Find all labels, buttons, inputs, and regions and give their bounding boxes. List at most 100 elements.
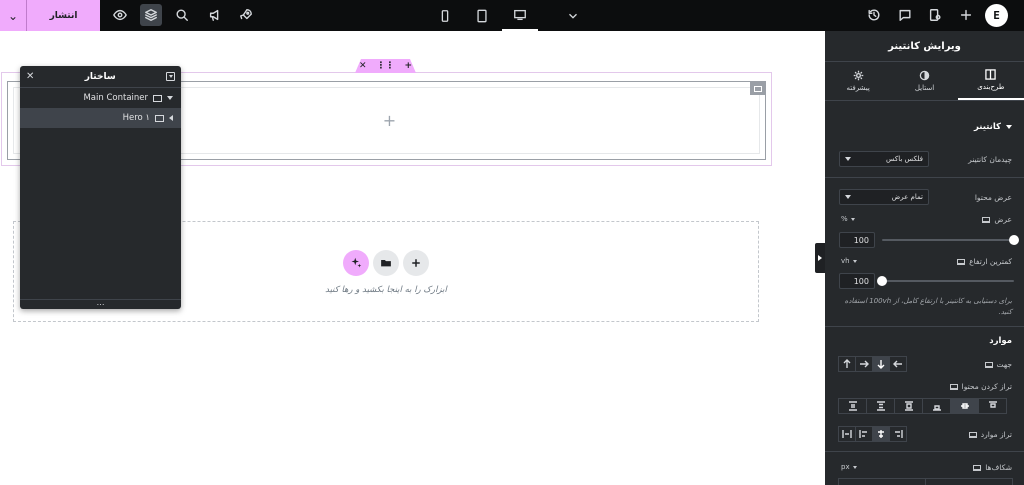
container-icon xyxy=(153,94,162,102)
elementor-logo[interactable]: E xyxy=(985,4,1008,27)
tab-label: استایل xyxy=(914,84,935,92)
label-text: تراز کردن محتوا xyxy=(961,382,1012,391)
min-height-label: کمترین ارتفاع xyxy=(957,257,1012,266)
desktop-icon[interactable] xyxy=(968,431,977,438)
direction-up-icon[interactable] xyxy=(838,356,856,372)
desktop-icon[interactable] xyxy=(957,258,966,265)
search-icon[interactable] xyxy=(171,4,193,26)
panel-title: ویرایش کانتینر xyxy=(825,31,1024,62)
device-tablet-icon[interactable] xyxy=(464,0,500,31)
width-unit-select[interactable]: % xyxy=(841,215,855,223)
chevron-down-icon xyxy=(845,195,851,199)
caret-down-icon[interactable] xyxy=(167,96,173,100)
section-title: کانتینر xyxy=(973,122,1001,132)
structure-panel-title: ساختار xyxy=(84,71,116,82)
drag-grip-icon[interactable]: ⋮⋮ xyxy=(377,61,395,71)
justify-start-icon[interactable] xyxy=(838,398,867,414)
justify-center-icon[interactable] xyxy=(866,398,895,414)
tab-style[interactable]: استایل xyxy=(891,62,957,100)
width-label: عرض xyxy=(982,215,1012,224)
section-container-header[interactable]: کانتینر xyxy=(974,122,1012,132)
tab-label: پیشرفته xyxy=(846,84,870,92)
ai-sparkle-icon[interactable] xyxy=(343,250,369,276)
gap-column-input[interactable] xyxy=(838,478,926,485)
preview-eye-icon[interactable] xyxy=(109,4,131,26)
add-section-icon[interactable] xyxy=(403,250,429,276)
gear-icon xyxy=(853,70,863,81)
justify-space-between-icon[interactable] xyxy=(922,398,951,414)
justify-end-icon[interactable] xyxy=(894,398,923,414)
rocket-icon[interactable] xyxy=(235,4,257,26)
device-desktop-icon[interactable] xyxy=(502,0,538,31)
direction-buttons xyxy=(838,356,907,372)
settings-panel: ویرایش کانتینر طرح‌بندی استایل پیشرفته ک… xyxy=(825,31,1024,485)
tab-label: طرح‌بندی xyxy=(977,83,1005,91)
history-icon[interactable] xyxy=(863,4,885,26)
notes-megaphone-icon[interactable] xyxy=(204,4,226,26)
direction-down-icon[interactable] xyxy=(872,356,890,372)
width-slider-thumb[interactable] xyxy=(1009,235,1019,245)
tab-layout[interactable]: طرح‌بندی xyxy=(957,62,1024,100)
align-center-icon[interactable] xyxy=(872,426,890,442)
unit-value: vh xyxy=(841,257,850,265)
unit-value: px xyxy=(841,463,850,471)
desktop-icon[interactable] xyxy=(982,216,991,223)
publish-options-chevron-icon[interactable]: ⌄ xyxy=(0,0,27,31)
panel-collapse-toggle[interactable] xyxy=(815,243,825,273)
device-more-chevron-icon[interactable] xyxy=(555,0,591,31)
content-width-select[interactable]: تمام عرض xyxy=(839,189,929,205)
justify-content-buttons xyxy=(838,398,1007,414)
chevron-down-icon xyxy=(845,157,851,161)
desktop-icon[interactable] xyxy=(973,464,982,471)
close-icon[interactable]: ✕ xyxy=(26,71,34,82)
caret-left-icon[interactable] xyxy=(169,115,173,121)
container-layout-select[interactable]: فلکس باکس xyxy=(839,151,929,167)
direction-left-icon[interactable] xyxy=(889,356,907,372)
align-end-icon[interactable] xyxy=(889,426,907,442)
resize-handle-icon[interactable]: ⋯ xyxy=(20,299,181,309)
gaps-unit-select[interactable]: px xyxy=(841,463,857,471)
direction-right-icon[interactable] xyxy=(855,356,873,372)
publish-group: ⌄ انتشار xyxy=(0,0,100,31)
folder-template-icon[interactable] xyxy=(373,250,399,276)
direction-label: جهت xyxy=(984,360,1012,369)
align-start-icon[interactable] xyxy=(855,426,873,442)
publish-button[interactable]: انتشار xyxy=(27,0,100,31)
tab-advanced[interactable]: پیشرفته xyxy=(825,62,891,100)
nav-item-hero[interactable]: Hero ۱ xyxy=(20,108,181,128)
comments-icon[interactable] xyxy=(894,4,916,26)
label-text: کمترین ارتفاع xyxy=(969,257,1012,266)
section-title: موارد xyxy=(989,336,1012,346)
min-height-input[interactable]: 100 xyxy=(839,273,875,289)
delete-icon[interactable]: ✕ xyxy=(359,61,367,71)
container-handle[interactable]: ✕ ⋮⋮ + xyxy=(355,59,416,73)
justify-space-evenly-icon[interactable] xyxy=(978,398,1007,414)
chevron-down-icon xyxy=(850,217,855,221)
add-icon[interactable]: + xyxy=(405,61,413,71)
width-slider[interactable] xyxy=(882,235,1019,245)
structure-layers-icon[interactable] xyxy=(140,4,162,26)
select-value: تمام عرض xyxy=(891,193,923,201)
width-input[interactable]: 100 xyxy=(839,232,875,248)
min-height-slider-thumb[interactable] xyxy=(877,276,887,286)
add-plus-icon[interactable]: + xyxy=(383,111,396,130)
device-mobile-icon[interactable] xyxy=(427,0,463,31)
nav-item-main-container[interactable]: Main Container xyxy=(20,88,181,108)
min-height-unit-select[interactable]: vh xyxy=(841,257,857,265)
nav-item-label: Main Container xyxy=(83,93,148,103)
half-circle-icon xyxy=(919,70,930,81)
site-settings-icon[interactable] xyxy=(924,4,946,26)
gap-row-input[interactable] xyxy=(925,478,1013,485)
container-corner-icon[interactable] xyxy=(750,82,765,95)
justify-space-around-icon[interactable] xyxy=(950,398,979,414)
caret-down-icon xyxy=(1006,125,1012,129)
section-items-header: موارد xyxy=(989,336,1012,346)
add-element-icon[interactable] xyxy=(955,4,977,26)
min-height-slider[interactable] xyxy=(877,276,1014,286)
chevron-down-icon xyxy=(852,259,857,263)
desktop-icon[interactable] xyxy=(949,383,958,390)
label-text: عرض xyxy=(994,215,1012,224)
desktop-icon[interactable] xyxy=(984,361,993,368)
collapse-all-icon[interactable] xyxy=(166,72,175,81)
align-stretch-icon[interactable] xyxy=(838,426,856,442)
